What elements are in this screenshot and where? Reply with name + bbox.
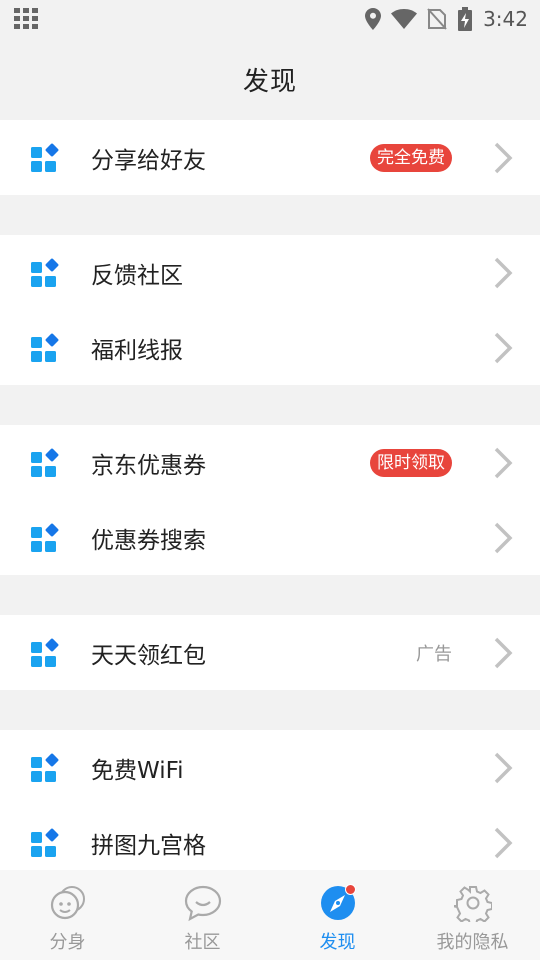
row-label: 拼图九宫格	[91, 832, 206, 859]
free-badge: 完全免费	[370, 143, 452, 172]
app-grid-icon	[31, 753, 59, 782]
row-label: 天天领红包	[91, 642, 206, 669]
gear-icon	[453, 886, 492, 922]
notification-dot	[344, 884, 356, 895]
chevron-right-icon	[494, 447, 513, 478]
chevron-right-icon	[494, 637, 513, 668]
row-label: 福利线报	[91, 337, 183, 364]
page-title: 发现	[242, 66, 297, 97]
app-grid-icon	[31, 143, 59, 172]
chevron-right-icon	[494, 257, 513, 288]
tab-privacy[interactable]: 我的隐私	[405, 870, 540, 960]
app-grid-icon	[31, 523, 59, 552]
row-label: 反馈社区	[91, 262, 183, 289]
section-tools: 免费WiFi 拼图九宫格	[0, 730, 540, 880]
tab-label: 分身	[49, 932, 86, 953]
row-label: 京东优惠券	[91, 452, 206, 479]
chevron-right-icon	[494, 827, 513, 858]
app-grid-icon	[31, 333, 59, 362]
tab-community[interactable]: 社区	[135, 870, 270, 960]
limited-badge: 限时领取	[370, 448, 452, 477]
row-label: 优惠券搜索	[91, 527, 206, 554]
list-item-jd-coupon[interactable]: 京东优惠券 限时领取	[0, 425, 540, 500]
bottom-tab-bar: 分身 社区 发现 我的隐私	[0, 870, 540, 960]
tab-clone[interactable]: 分身	[0, 870, 135, 960]
list-item-share[interactable]: 分享给好友 完全免费	[0, 120, 540, 195]
tab-label: 社区	[184, 932, 221, 953]
chat-bubble-icon	[184, 885, 221, 922]
list-item-puzzle-grid[interactable]: 拼图九宫格	[0, 805, 540, 880]
tab-label: 发现	[319, 932, 356, 953]
wifi-icon	[391, 9, 418, 29]
app-grid-icon	[31, 258, 59, 287]
ad-tag: 广告	[416, 643, 452, 665]
location-icon	[365, 8, 382, 30]
section-red-packet: 天天领红包 广告	[0, 615, 540, 690]
compass-icon-wrap	[319, 884, 357, 922]
status-time: 3:42	[483, 7, 528, 31]
section-coupons: 京东优惠券 限时领取 优惠券搜索	[0, 425, 540, 575]
row-label: 免费WiFi	[91, 757, 184, 784]
battery-charging-icon	[458, 7, 473, 31]
list-item-free-wifi[interactable]: 免费WiFi	[0, 730, 540, 805]
chevron-right-icon	[494, 522, 513, 553]
app-grid-icon	[31, 448, 59, 477]
page-header: 发现	[0, 38, 540, 120]
list-item-welfare[interactable]: 福利线报	[0, 310, 540, 385]
row-label: 分享给好友	[91, 147, 206, 174]
app-grid-icon	[31, 638, 59, 667]
clone-face-icon	[50, 886, 85, 920]
chevron-right-icon	[494, 142, 513, 173]
section-share: 分享给好友 完全免费	[0, 120, 540, 195]
section-community: 反馈社区 福利线报	[0, 235, 540, 385]
chevron-right-icon	[494, 752, 513, 783]
app-grid-icon	[31, 828, 59, 857]
no-sim-icon	[427, 8, 447, 30]
tab-discover[interactable]: 发现	[270, 870, 405, 960]
grid-icon	[14, 8, 38, 29]
tab-label: 我的隐私	[436, 932, 509, 953]
chevron-right-icon	[494, 332, 513, 363]
list-item-feedback[interactable]: 反馈社区	[0, 235, 540, 310]
list-item-coupon-search[interactable]: 优惠券搜索	[0, 500, 540, 575]
status-bar: 3:42	[0, 0, 540, 38]
list-item-red-packet[interactable]: 天天领红包 广告	[0, 615, 540, 690]
